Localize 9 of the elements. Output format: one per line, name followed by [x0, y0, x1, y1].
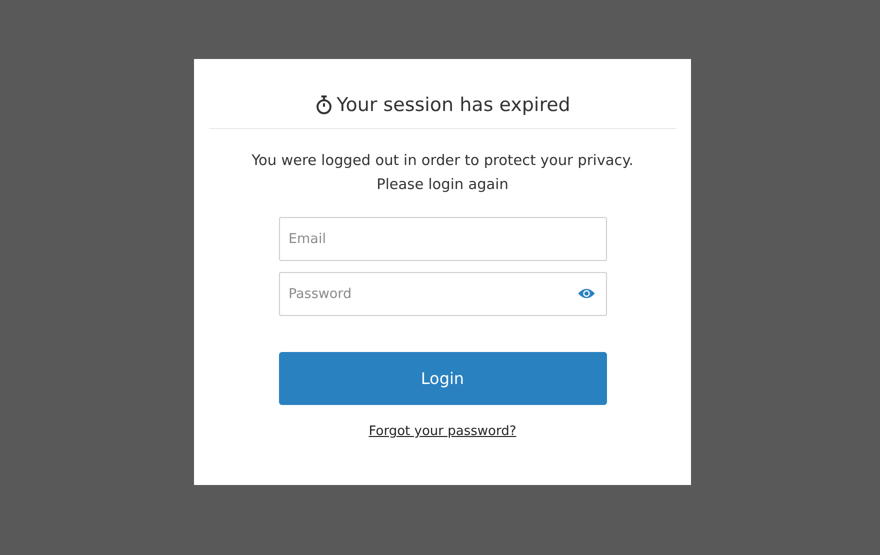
eye-icon[interactable] [576, 287, 596, 300]
dialog-title: Your session has expired [336, 94, 570, 116]
email-field[interactable]: Email [278, 217, 606, 261]
stopwatch-icon [314, 95, 333, 115]
login-button[interactable]: Login [278, 352, 606, 405]
message-text: Please login again [376, 176, 510, 195]
password-field[interactable]: Password [278, 272, 606, 316]
message-text: You were logged out in order to protect your privacy. [252, 152, 634, 171]
forgot-password-link[interactable]: Forgot your password? [368, 424, 516, 439]
